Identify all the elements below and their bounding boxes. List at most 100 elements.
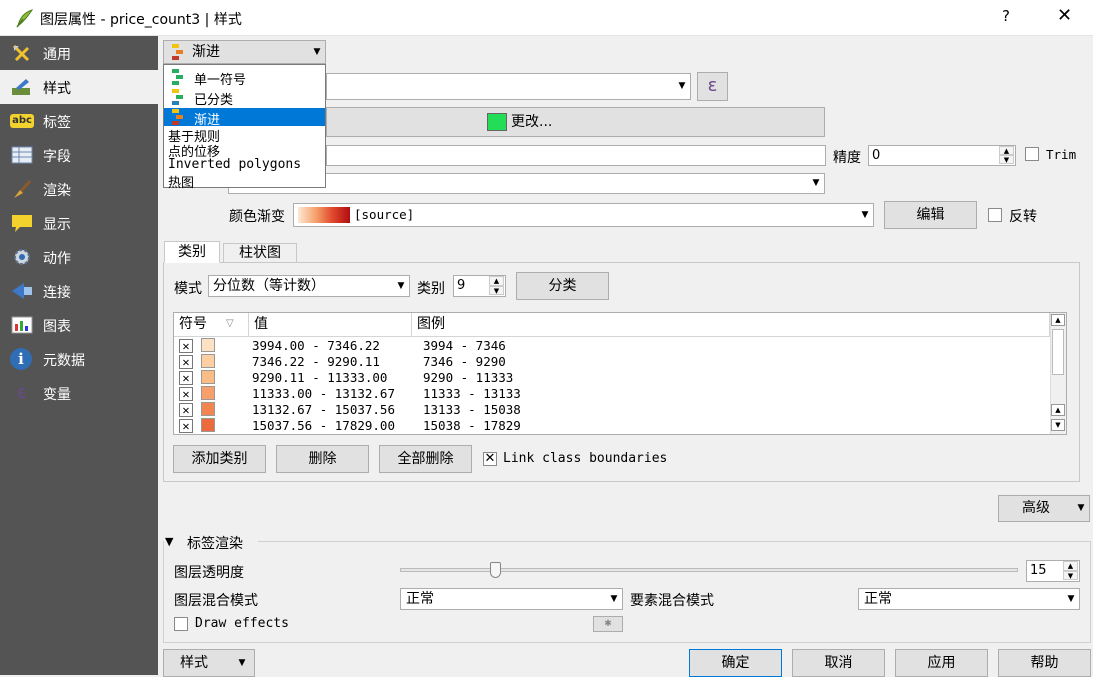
class-enabled-checkbox[interactable]: ✕ bbox=[179, 419, 193, 433]
table-row[interactable]: ✕ 3994.00 - 7346.22 3994 - 7346 bbox=[174, 338, 1050, 354]
renderer-option-heatmap[interactable]: 热图 bbox=[164, 171, 325, 191]
delete-class-button[interactable]: 删除 bbox=[276, 445, 369, 473]
class-symbol-swatch[interactable] bbox=[201, 370, 215, 384]
class-symbol-swatch[interactable] bbox=[201, 402, 215, 416]
qgis-logo-icon bbox=[16, 9, 34, 28]
ok-button[interactable]: 确定 bbox=[689, 649, 782, 677]
class-enabled-checkbox[interactable]: ✕ bbox=[179, 371, 193, 385]
header-label: 图例 bbox=[417, 316, 445, 332]
transparency-slider-handle[interactable] bbox=[490, 562, 501, 578]
class-enabled-checkbox[interactable]: ✕ bbox=[179, 387, 193, 401]
class-symbol-swatch[interactable] bbox=[201, 338, 215, 352]
sidebar-item-actions[interactable]: 动作 bbox=[0, 240, 158, 274]
column-header-value[interactable]: 值 bbox=[249, 313, 412, 337]
scroll-down-icon[interactable]: ▼ bbox=[1051, 419, 1065, 431]
add-class-label: 添加类别 bbox=[191, 451, 248, 467]
class-value[interactable]: 13132.67 - 15037.56 bbox=[252, 402, 395, 417]
close-window-button[interactable]: ✕ bbox=[1057, 5, 1072, 26]
precision-spinbox[interactable]: 0 ▲ ▼ bbox=[868, 145, 1016, 166]
sidebar-item-display[interactable]: 显示 bbox=[0, 206, 158, 240]
sidebar-item-joins[interactable]: 连接 bbox=[0, 274, 158, 308]
effects-settings-button[interactable]: ✱ bbox=[593, 616, 623, 632]
spin-up-icon[interactable]: ▲ bbox=[999, 146, 1014, 155]
spin-up-icon[interactable]: ▲ bbox=[489, 276, 504, 286]
sidebar-item-labels[interactable]: abc 标签 bbox=[0, 104, 158, 138]
color-ramp-select[interactable]: [source] ▼ bbox=[293, 203, 874, 227]
table-row[interactable]: ✕ 9290.11 - 11333.00 9290 - 11333 bbox=[174, 370, 1050, 386]
class-enabled-checkbox[interactable]: ✕ bbox=[179, 403, 193, 417]
spin-down-icon[interactable]: ▼ bbox=[999, 155, 1014, 164]
add-class-button[interactable]: 添加类别 bbox=[173, 445, 266, 473]
cancel-button[interactable]: 取消 bbox=[792, 649, 885, 677]
class-symbol-swatch[interactable] bbox=[201, 386, 215, 400]
table-row[interactable]: ✕ 11333.00 - 13132.67 11333 - 13133 bbox=[174, 386, 1050, 402]
class-value[interactable]: 9290.11 - 11333.00 bbox=[252, 370, 387, 385]
sidebar-item-diagrams[interactable]: 图表 bbox=[0, 308, 158, 342]
help-button[interactable]: 帮助 bbox=[998, 649, 1091, 677]
class-legend[interactable]: 3994 - 7346 bbox=[423, 338, 506, 353]
trim-checkbox[interactable] bbox=[1025, 147, 1039, 161]
class-symbol-swatch[interactable] bbox=[201, 418, 215, 432]
classes-table[interactable]: 符号 ▽ 值 图例 ✕ 3994.00 - 7346.22 3994 - 7346… bbox=[173, 312, 1067, 435]
scroll-up-icon[interactable]: ▲ bbox=[1051, 404, 1065, 416]
class-legend[interactable]: 15038 - 17829 bbox=[423, 418, 521, 433]
spin-down-icon[interactable]: ▼ bbox=[489, 286, 504, 295]
scroll-up-icon[interactable]: ▲ bbox=[1051, 314, 1065, 326]
tab-histogram[interactable]: 柱状图 bbox=[223, 243, 297, 263]
renderer-option-categorized[interactable]: 已分类 bbox=[164, 88, 325, 108]
spin-down-icon[interactable]: ▼ bbox=[1063, 571, 1078, 580]
classify-button[interactable]: 分类 bbox=[516, 272, 609, 300]
delete-all-button[interactable]: 全部删除 bbox=[379, 445, 472, 473]
class-value[interactable]: 15037.56 - 17829.00 bbox=[252, 418, 395, 433]
table-row[interactable]: ✕ 13132.67 - 15037.56 13133 - 15038 bbox=[174, 402, 1050, 418]
class-enabled-checkbox[interactable]: ✕ bbox=[179, 355, 193, 369]
sidebar-item-rendering[interactable]: 渲染 bbox=[0, 172, 158, 206]
sidebar-item-fields[interactable]: 字段 bbox=[0, 138, 158, 172]
class-value[interactable]: 3994.00 - 7346.22 bbox=[252, 338, 380, 353]
link-boundaries-checkbox[interactable]: ✕ bbox=[483, 452, 497, 466]
help-title-button[interactable]: ? bbox=[1002, 7, 1010, 25]
class-legend[interactable]: 13133 - 15038 bbox=[423, 402, 521, 417]
transparency-spinbox[interactable]: 15 ▲ ▼ bbox=[1026, 560, 1080, 582]
class-value[interactable]: 11333.00 - 13132.67 bbox=[252, 386, 395, 401]
feature-blend-select[interactable]: 正常 ▼ bbox=[858, 588, 1080, 610]
apply-button[interactable]: 应用 bbox=[895, 649, 988, 677]
style-menu-button[interactable]: 样式 ▼ bbox=[163, 649, 255, 677]
column-header-symbol[interactable]: 符号 ▽ bbox=[174, 313, 249, 337]
renderer-option-graduated[interactable]: 渐进 bbox=[164, 108, 325, 128]
spin-up-icon[interactable]: ▲ bbox=[1063, 561, 1078, 571]
invert-ramp-checkbox[interactable] bbox=[988, 208, 1002, 222]
expression-button[interactable]: ε bbox=[697, 72, 728, 101]
classes-count-spinbox[interactable]: 9 ▲ ▼ bbox=[453, 275, 506, 297]
tab-label: 柱状图 bbox=[239, 245, 281, 261]
class-symbol-swatch[interactable] bbox=[201, 354, 215, 368]
delete-all-label: 全部删除 bbox=[397, 451, 454, 467]
renderer-type-select[interactable]: 渐进 ▼ bbox=[163, 40, 326, 64]
gear-icon bbox=[14, 249, 30, 265]
table-row[interactable]: ✕ 15037.56 - 17829.00 15038 - 17829 bbox=[174, 418, 1050, 434]
renderer-dropdown-list[interactable]: 单一符号 已分类 渐进 基于规则 点的位移 Inverted polygons … bbox=[163, 64, 326, 191]
legend-format-input[interactable] bbox=[326, 145, 826, 166]
column-header-legend[interactable]: 图例 bbox=[412, 313, 1050, 337]
scroll-thumb[interactable] bbox=[1052, 329, 1064, 375]
class-legend[interactable]: 7346 - 9290 bbox=[423, 354, 506, 369]
sidebar-item-style[interactable]: 样式 bbox=[0, 70, 158, 104]
change-symbol-button[interactable]: 更改... bbox=[326, 107, 825, 137]
tab-classes[interactable]: 类别 bbox=[164, 241, 220, 263]
sidebar-item-metadata[interactable]: i 元数据 bbox=[0, 342, 158, 376]
class-legend[interactable]: 9290 - 11333 bbox=[423, 370, 513, 385]
mode-select[interactable]: 分位数（等计数） ▼ bbox=[208, 275, 410, 297]
draw-effects-checkbox[interactable] bbox=[174, 617, 188, 631]
renderer-option-single-symbol[interactable]: 单一符号 bbox=[164, 68, 325, 88]
edit-ramp-button[interactable]: 编辑 bbox=[884, 201, 977, 229]
layer-blend-select[interactable]: 正常 ▼ bbox=[400, 588, 623, 610]
class-enabled-checkbox[interactable]: ✕ bbox=[179, 339, 193, 353]
column-select[interactable]: ▼ bbox=[326, 73, 691, 100]
sidebar-item-general[interactable]: 通用 bbox=[0, 36, 158, 70]
table-scrollbar[interactable]: ▲ ▲ ▼ bbox=[1050, 313, 1066, 434]
class-legend[interactable]: 11333 - 13133 bbox=[423, 386, 521, 401]
class-value[interactable]: 7346.22 - 9290.11 bbox=[252, 354, 380, 369]
advanced-menu-button[interactable]: 高级 ▼ bbox=[998, 495, 1090, 522]
sidebar-item-variables[interactable]: ε 变量 bbox=[0, 376, 158, 410]
table-row[interactable]: ✕ 7346.22 - 9290.11 7346 - 9290 bbox=[174, 354, 1050, 370]
